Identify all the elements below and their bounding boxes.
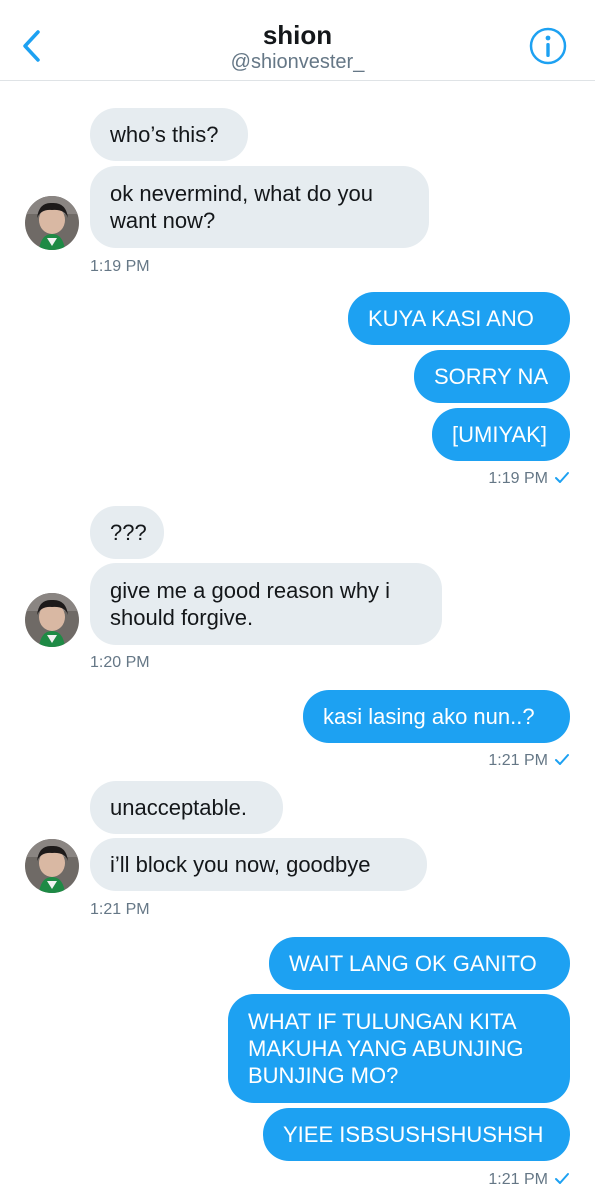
- info-button[interactable]: [528, 26, 568, 66]
- avatar[interactable]: [25, 196, 79, 250]
- message-bubble-incoming[interactable]: ok nevermind, what do you want now?: [90, 166, 429, 248]
- conversation-handle[interactable]: @shionvester_: [0, 50, 595, 74]
- timestamp: 1:19 PM: [488, 470, 548, 487]
- avatar-image: [25, 196, 79, 250]
- message-bubble-incoming[interactable]: i’ll block you now, goodbye: [90, 838, 427, 891]
- message-bubble-outgoing[interactable]: kasi lasing ako nun..?: [303, 690, 570, 743]
- avatar-image: [25, 593, 79, 647]
- avatar[interactable]: [25, 593, 79, 647]
- message-bubble-outgoing[interactable]: WHAT IF TULUNGAN KITA MAKUHA YANG ABUNJI…: [228, 994, 570, 1103]
- message-bubble-outgoing[interactable]: [UMIYAK]: [432, 408, 570, 461]
- message-bubble-incoming[interactable]: who’s this?: [90, 108, 248, 161]
- timestamp-read: 1:19 PM: [270, 469, 570, 489]
- message-bubble-incoming[interactable]: give me a good reason why i should forgi…: [90, 563, 442, 645]
- avatar[interactable]: [25, 839, 79, 893]
- timestamp: 1:20 PM: [90, 654, 150, 671]
- message-bubble-outgoing[interactable]: WAIT LANG OK GANITO: [269, 937, 570, 990]
- message-bubble-outgoing[interactable]: YIEE ISBSUSHSHUSHSH: [263, 1108, 570, 1161]
- timestamp-read: 1:21 PM: [270, 1170, 570, 1190]
- conversation-title[interactable]: shion: [0, 20, 595, 50]
- timestamp: 1:21 PM: [488, 752, 548, 769]
- timestamp: 1:21 PM: [488, 1171, 548, 1188]
- read-check-icon: [555, 754, 569, 765]
- read-check-icon: [555, 472, 569, 483]
- timestamp: 1:21 PM: [90, 901, 150, 918]
- timestamp-read: 1:21 PM: [270, 751, 570, 771]
- message-bubble-outgoing[interactable]: KUYA KASI ANO: [348, 292, 570, 345]
- read-check-icon: [555, 1173, 569, 1184]
- timestamp: 1:19 PM: [90, 258, 150, 275]
- message-bubble-incoming[interactable]: ???: [90, 506, 164, 559]
- conversation-header: shion @shionvester_: [0, 0, 595, 81]
- info-icon: [529, 27, 567, 65]
- avatar-image: [25, 839, 79, 893]
- message-bubble-outgoing[interactable]: SORRY NA: [414, 350, 570, 403]
- message-bubble-incoming[interactable]: unacceptable.: [90, 781, 283, 834]
